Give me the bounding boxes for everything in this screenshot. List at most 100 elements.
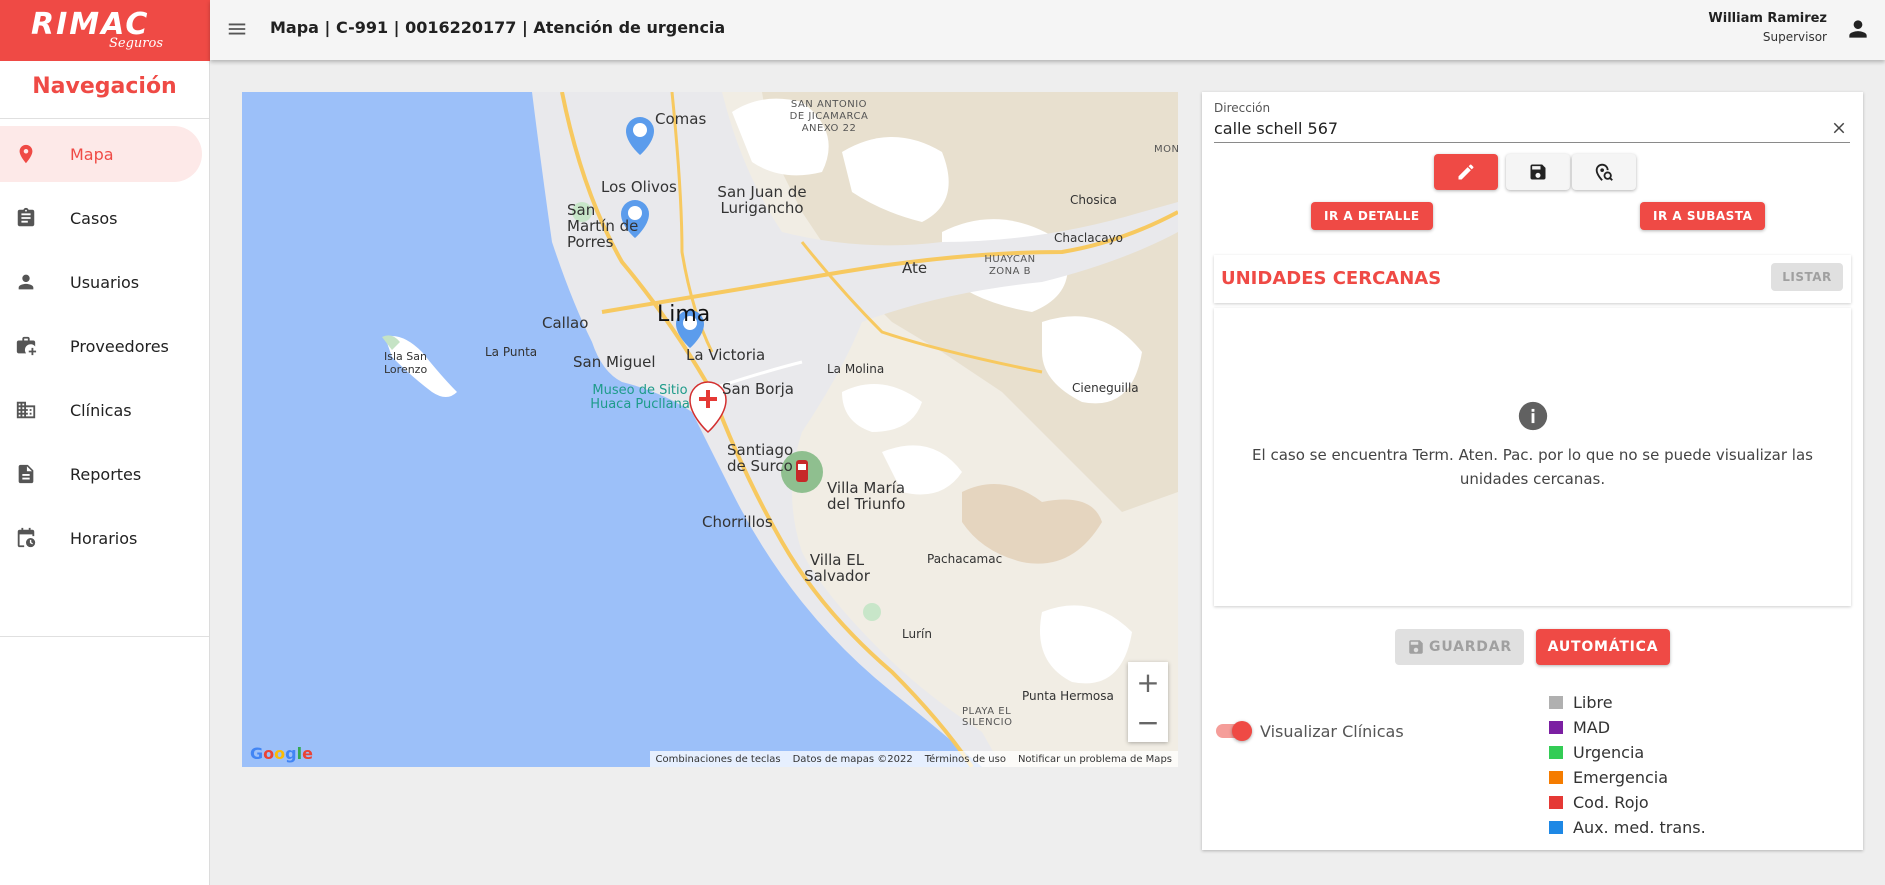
legend-swatch: [1549, 746, 1563, 759]
brand-logo[interactable]: RIMAC Seguros: [0, 0, 210, 61]
map-label: Chosica: [1070, 193, 1117, 207]
map-label: Los Olivos: [601, 178, 677, 196]
sidebar-item-label: Usuarios: [70, 272, 140, 292]
legend-item: Urgencia: [1549, 740, 1706, 765]
legend-label: Urgencia: [1573, 743, 1645, 762]
address-underline: [1214, 142, 1850, 143]
map-footer: Combinaciones de teclas Datos de mapas ©…: [649, 751, 1178, 767]
sidebar-item-label: Clínicas: [70, 400, 132, 420]
user-role: Supervisor: [1762, 30, 1827, 44]
page-title: Mapa | C-991 | 0016220177 | Atención de …: [270, 18, 726, 37]
map-label: San Miguel: [573, 353, 656, 371]
sidebar-item-casos[interactable]: Casos: [0, 190, 202, 246]
legend-label: Emergencia: [1573, 768, 1669, 787]
top-bar: Mapa | C-991 | 0016220177 | Atención de …: [210, 0, 1885, 60]
info-message: El caso se encuentra Term. Aten. Pac. po…: [1252, 446, 1813, 488]
floppy-disk-icon: [1530, 164, 1546, 180]
edit-button[interactable]: [1434, 154, 1498, 190]
report-problem-link[interactable]: Notificar un problema de Maps: [1018, 754, 1172, 765]
calendar-clock-icon: [17, 527, 36, 548]
legend-label: Aux. med. trans.: [1573, 818, 1706, 837]
zoom-control: + −: [1128, 662, 1168, 742]
map-label: La Victoria: [686, 346, 766, 364]
info-icon: [1518, 401, 1548, 431]
legend-item: Aux. med. trans.: [1549, 815, 1706, 840]
status-legend: Libre MAD Urgencia Emergencia Cod. Rojo …: [1549, 690, 1706, 840]
clipboard-icon: [17, 207, 35, 227]
automatic-button[interactable]: AUTOMÁTICA: [1536, 629, 1670, 665]
map-label: San Martín de Porres: [567, 201, 639, 251]
show-clinics-label: Visualizar Clínicas: [1260, 722, 1404, 741]
map-view[interactable]: Comas SAN ANTONIO DE JICAMARCA ANEXO 22 …: [242, 92, 1178, 767]
sidebar-item-clinicas[interactable]: Clínicas: [0, 382, 202, 438]
legend-item: Cod. Rojo: [1549, 790, 1706, 815]
map-label: San Borja: [722, 380, 794, 398]
map-label: Chorrillos: [702, 513, 773, 531]
address-input[interactable]: calle schell 567: [1214, 119, 1338, 138]
legend-label: Cod. Rojo: [1573, 793, 1649, 812]
zoom-out-button[interactable]: −: [1128, 702, 1168, 742]
legend-label: MAD: [1573, 718, 1611, 737]
map-label: San Juan de Lurigancho: [717, 183, 807, 217]
map-label: SAN ANTONIO DE JICAMARCA ANEXO 22: [789, 99, 869, 134]
zoom-in-button[interactable]: +: [1128, 662, 1168, 702]
sidebar-item-proveedores[interactable]: Proveedores: [0, 318, 202, 374]
sidebar-item-usuarios[interactable]: Usuarios: [0, 254, 202, 310]
map-base-graphic: [242, 92, 1178, 767]
sidebar-item-label: Reportes: [70, 464, 142, 484]
hamburger-menu-icon[interactable]: [226, 18, 248, 40]
briefcase-plus-icon: [16, 336, 37, 356]
map-label: Lima: [657, 302, 711, 327]
show-clinics-toggle[interactable]: [1216, 721, 1252, 741]
map-label: Museo de Sitio Huaca Pucllana: [590, 383, 690, 412]
toggle-knob: [1232, 721, 1252, 741]
map-label: Pachacamac: [927, 552, 1003, 566]
legend-swatch: [1549, 796, 1563, 809]
sidebar-item-reportes[interactable]: Reportes: [0, 446, 202, 502]
save-button[interactable]: GUARDAR: [1395, 629, 1524, 665]
sidebar: RIMAC Seguros Navegación Mapa Casos Usua…: [0, 0, 210, 885]
document-icon: [18, 464, 34, 484]
sidebar-item-horarios[interactable]: Horarios: [0, 510, 202, 566]
legend-item: MAD: [1549, 715, 1706, 740]
pencil-icon: [1458, 164, 1474, 180]
location-search-button[interactable]: [1572, 154, 1636, 190]
map-label: MON: [1154, 144, 1178, 155]
floppy-disk-icon: [1409, 640, 1423, 654]
google-logo: Google: [250, 744, 313, 763]
map-label: HUAYCAN ZONA B: [984, 254, 1036, 277]
list-button[interactable]: LISTAR: [1771, 263, 1843, 291]
building-icon: [16, 401, 36, 419]
sidebar-item-mapa[interactable]: Mapa: [0, 126, 202, 182]
map-label: PLAYA EL SILENCIO: [962, 706, 1013, 728]
go-to-auction-button[interactable]: IR A SUBASTA: [1640, 202, 1766, 230]
nearby-units-header: UNIDADES CERCANAS LISTAR: [1214, 255, 1851, 303]
nearby-units-title: UNIDADES CERCANAS: [1221, 268, 1442, 289]
save-button-label: GUARDAR: [1429, 639, 1512, 655]
legend-swatch: [1549, 696, 1563, 709]
go-to-detail-button[interactable]: IR A DETALLE: [1311, 202, 1433, 230]
map-pin-icon: [19, 144, 33, 164]
terms-link[interactable]: Términos de uso: [925, 754, 1006, 765]
sidebar-item-label: Mapa: [70, 144, 114, 164]
map-label: Villa EL Salvador: [804, 551, 870, 585]
map-label: Ate: [902, 259, 928, 277]
brand-sub: Seguros: [109, 36, 164, 51]
sidebar-item-label: Proveedores: [70, 336, 169, 356]
map-data-text: Datos de mapas ©2022: [792, 753, 913, 765]
map-label: Lurín: [902, 627, 932, 641]
legend-swatch: [1549, 771, 1563, 784]
save-icon-button[interactable]: [1506, 154, 1570, 190]
legend-item: Libre: [1549, 690, 1706, 715]
nav-title: Navegación: [0, 61, 209, 119]
case-panel: Dirección calle schell 567 IR A DETALLE …: [1202, 92, 1863, 850]
map-label: La Punta: [485, 345, 538, 359]
map-label: Isla San Lorenzo: [384, 350, 428, 376]
sidebar-item-label: Horarios: [70, 528, 138, 548]
user-name: William Ramirez: [1708, 11, 1827, 26]
account-icon[interactable]: [1845, 16, 1871, 42]
map-label: Villa María del Triunfo: [827, 479, 906, 513]
map-label: La Molina: [827, 362, 885, 376]
keyboard-shortcuts-link[interactable]: Combinaciones de teclas: [656, 754, 781, 765]
close-icon[interactable]: [1830, 119, 1848, 137]
